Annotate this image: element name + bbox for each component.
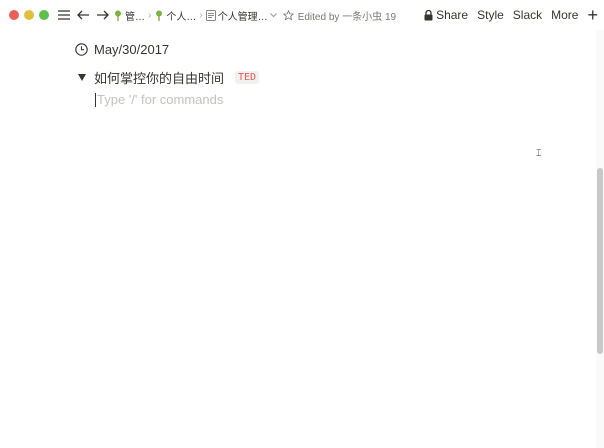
minimize-window-button[interactable] bbox=[24, 10, 34, 20]
breadcrumb-label: 管… bbox=[125, 11, 145, 23]
inline-code-tag: TED bbox=[235, 71, 260, 84]
breadcrumb: 管… › 个人… › 个人管理… bbox=[113, 8, 277, 23]
more-button[interactable]: More bbox=[551, 8, 578, 22]
top-menu: Share Style Slack More + bbox=[424, 0, 598, 30]
page-content: May/30/2017 如何掌控你的自由时间 TED Type '/' for … bbox=[0, 30, 596, 448]
date-text: May/30/2017 bbox=[94, 42, 170, 57]
titlebar: 管… › 个人… › 个人管理… Edited by 一条小虫 19 Share… bbox=[0, 0, 604, 30]
text-caret bbox=[95, 92, 96, 107]
scrollbar-thumb[interactable] bbox=[597, 168, 603, 354]
window-controls bbox=[9, 10, 49, 20]
breadcrumb-separator: › bbox=[148, 9, 152, 21]
breadcrumb-item[interactable]: 个人管理… bbox=[205, 8, 277, 23]
share-label: Share bbox=[436, 8, 469, 22]
breadcrumb-item[interactable]: 个人… bbox=[154, 8, 196, 23]
sprout-icon bbox=[156, 10, 163, 21]
zoom-window-button[interactable] bbox=[39, 10, 49, 20]
breadcrumb-label: 个人管理… bbox=[217, 11, 268, 23]
star-icon[interactable] bbox=[282, 9, 294, 21]
new-page-button[interactable]: + bbox=[587, 6, 598, 24]
edited-info: Edited by 一条小虫 19 bbox=[282, 8, 397, 23]
edited-by-text: Edited by 一条小虫 19 bbox=[297, 11, 397, 23]
text-cursor-icon: ⌶ bbox=[536, 148, 542, 158]
menu-icon[interactable] bbox=[56, 7, 72, 23]
breadcrumb-item[interactable]: 管… bbox=[113, 8, 145, 23]
forward-arrow-icon[interactable] bbox=[94, 7, 110, 23]
slack-button[interactable]: Slack bbox=[513, 8, 542, 22]
chevron-down-icon[interactable] bbox=[269, 12, 277, 18]
breadcrumb-separator: › bbox=[199, 9, 203, 21]
back-arrow-icon[interactable] bbox=[75, 7, 91, 23]
clock-icon bbox=[75, 43, 88, 56]
sprout-icon bbox=[115, 10, 121, 21]
date-block[interactable]: May/30/2017 bbox=[75, 42, 169, 57]
page-icon bbox=[205, 9, 216, 21]
breadcrumb-label: 个人… bbox=[166, 11, 197, 23]
close-window-button[interactable] bbox=[9, 10, 19, 20]
lock-icon bbox=[424, 9, 433, 20]
toggle-title: 如何掌控你的自由时间 bbox=[94, 71, 225, 86]
empty-text-block[interactable]: Type '/' for commands bbox=[95, 92, 223, 107]
command-placeholder: Type '/' for commands bbox=[97, 92, 224, 107]
share-button[interactable]: Share bbox=[424, 8, 468, 22]
toggle-triangle-icon[interactable] bbox=[78, 74, 86, 81]
style-button[interactable]: Style bbox=[477, 8, 504, 22]
toggle-block[interactable]: 如何掌控你的自由时间 TED bbox=[78, 68, 260, 87]
